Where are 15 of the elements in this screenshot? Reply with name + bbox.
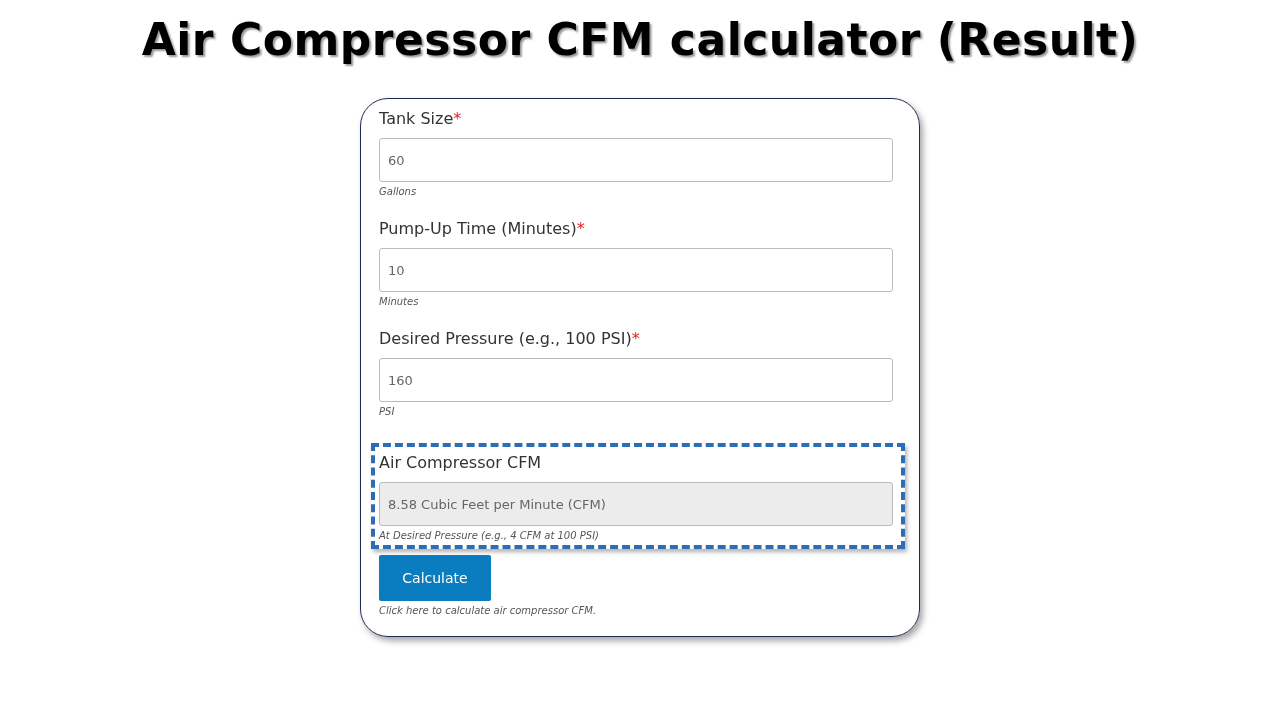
- input-field[interactable]: 60: [379, 138, 893, 182]
- field-hint: Minutes: [379, 296, 420, 307]
- input-field[interactable]: 10: [379, 248, 893, 292]
- button-hint: Click here to calculate air compressor CFM.: [379, 605, 598, 616]
- result-field[interactable]: 8.58 Cubic Feet per Minute (CFM): [379, 482, 893, 526]
- input-field[interactable]: 160: [379, 358, 893, 402]
- field-hint: At Desired Pressure (e.g., 4 CFM at 100 PSI): [379, 530, 600, 541]
- page-heading: Air Compressor CFM calculator (Result): [141, 14, 1139, 65]
- field-hint: Gallons: [379, 186, 418, 197]
- calculate-button[interactable]: Calculate: [379, 555, 491, 601]
- field-label: Air Compressor CFM: [379, 453, 543, 472]
- field-label: Desired Pressure (e.g., 100 PSI)*: [379, 329, 641, 348]
- field-hint: PSI: [379, 406, 396, 417]
- field-label: Pump-Up Time (Minutes)*: [379, 219, 586, 238]
- field-label: Tank Size*: [379, 109, 463, 128]
